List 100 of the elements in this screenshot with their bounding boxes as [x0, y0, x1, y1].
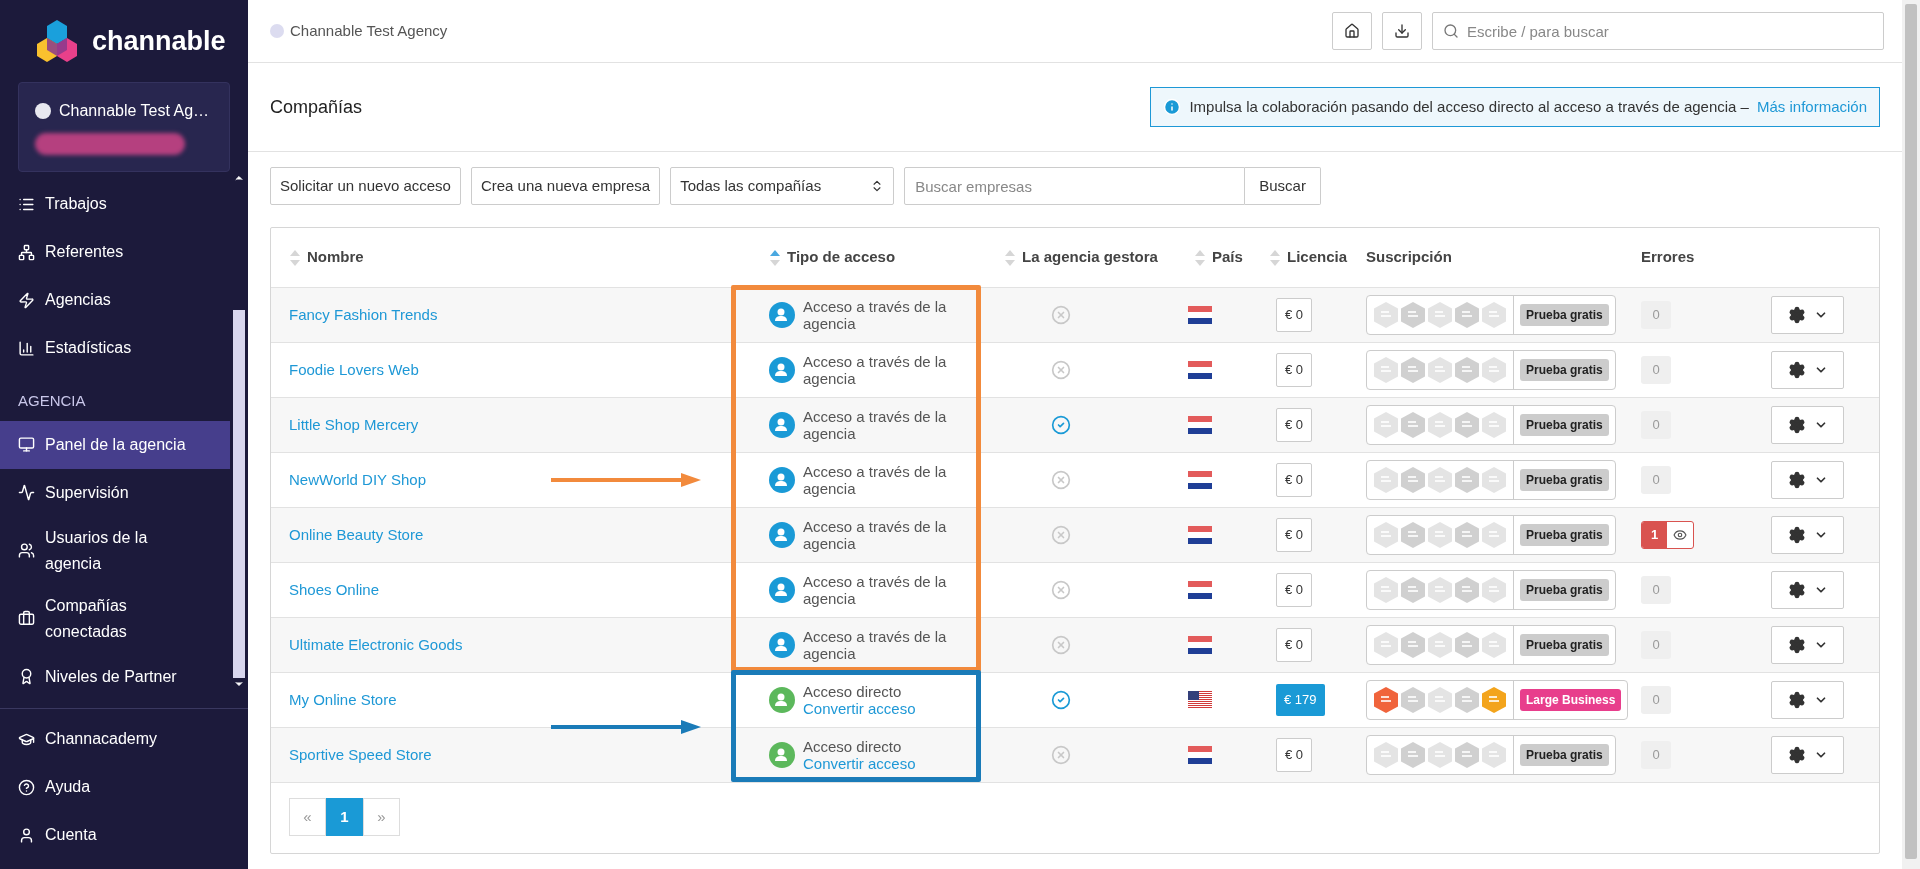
access-type-text: Acceso a través de la agencia: [803, 298, 948, 332]
settings-icon: [1787, 361, 1806, 379]
plan-badge: Prueba gratis: [1520, 468, 1609, 491]
column-header[interactable]: Nombre: [307, 246, 364, 269]
account-name: Channable Test Ag…: [59, 101, 210, 121]
brand-name: channable: [92, 24, 226, 58]
home-button[interactable]: [1332, 12, 1372, 50]
settings-dropdown-button[interactable]: [1771, 626, 1844, 664]
nav-item[interactable]: Usuarios de la agencia: [0, 516, 230, 585]
column-header: Errores: [1641, 247, 1695, 268]
license-badge: € 0: [1276, 408, 1313, 442]
plan-badge: Prueba gratis: [1520, 358, 1609, 381]
access-type-text: Acceso a través de la agencia: [803, 573, 948, 607]
agency-icon: [270, 24, 284, 38]
scrollbar-thumb[interactable]: [233, 310, 245, 678]
nav-item[interactable]: Supervisión: [0, 468, 230, 517]
nav-item[interactable]: Niveles de Partner: [0, 652, 230, 701]
company-search-field[interactable]: Buscar empresas: [904, 167, 1246, 205]
nav-item[interactable]: Ayuda: [0, 763, 248, 811]
nav-item[interactable]: Agencias: [0, 276, 230, 324]
access-type-text: Acceso a través de la agencia: [803, 518, 948, 552]
access-type-text: Acceso a través de la agencia: [803, 463, 948, 497]
error-count-badge: 0: [1641, 576, 1671, 604]
settings-icon: [1787, 526, 1806, 544]
settings-icon: [1787, 581, 1806, 599]
settings-icon: [1787, 636, 1806, 654]
lightning-icon: [18, 291, 35, 309]
license-badge: € 179: [1276, 684, 1325, 716]
sort-icon[interactable]: [769, 248, 781, 267]
license-badge: € 0: [1276, 573, 1313, 607]
settings-icon: [1787, 691, 1806, 709]
breadcrumb[interactable]: Channable Test Agency: [290, 19, 448, 43]
error-count-badge: 0: [1641, 741, 1671, 769]
license-badge: € 0: [1276, 463, 1313, 497]
search-button[interactable]: Buscar: [1245, 167, 1321, 205]
access-type-text: Acceso a través de la agencia: [803, 628, 948, 662]
bar-chart-icon: [18, 339, 35, 357]
users-icon: [18, 542, 35, 559]
plan-badge: Prueba gratis: [1520, 523, 1609, 546]
section-heading: AGENCIA: [17, 391, 87, 411]
select-value: Todas las compañías: [680, 175, 822, 196]
error-count-button[interactable]: 1: [1641, 521, 1695, 549]
page-scrollbar-thumb[interactable]: [1905, 4, 1917, 859]
toolbar-button[interactable]: Crea una nueva empresa: [470, 167, 661, 205]
download-button[interactable]: [1382, 12, 1422, 50]
settings-dropdown-button[interactable]: [1771, 736, 1844, 774]
column-header[interactable]: Licencia: [1287, 246, 1348, 269]
settings-dropdown-button[interactable]: [1771, 406, 1844, 444]
settings-icon: [1787, 306, 1806, 324]
nav-item[interactable]: Cuenta: [0, 811, 248, 859]
error-count-badge: 0: [1641, 411, 1671, 439]
nav-item[interactable]: Compañías conectadas: [0, 584, 230, 653]
error-count-badge: 0: [1641, 356, 1671, 384]
settings-dropdown-button[interactable]: [1771, 516, 1844, 554]
plan-badge: Prueba gratis: [1520, 743, 1609, 766]
plan-badge: Prueba gratis: [1520, 633, 1609, 656]
company-filter-select[interactable]: Todas las compañías: [670, 167, 895, 205]
download-icon: [1394, 23, 1410, 39]
error-count-badge: 0: [1641, 686, 1671, 714]
settings-dropdown-button[interactable]: [1771, 571, 1844, 609]
plan-badge: Prueba gratis: [1520, 578, 1609, 601]
settings-dropdown-button[interactable]: [1771, 461, 1844, 499]
nav-item[interactable]: Channacademy: [0, 715, 248, 763]
nav-item[interactable]: Referentes: [0, 228, 230, 276]
page-title: Compañías: [270, 95, 363, 119]
settings-dropdown-button[interactable]: [1771, 681, 1844, 719]
plan-badge: Prueba gratis: [1520, 303, 1609, 326]
nav-item[interactable]: Trabajos: [0, 180, 230, 228]
pulse-icon: [18, 484, 35, 501]
settings-dropdown-button[interactable]: [1771, 351, 1844, 389]
license-badge: € 0: [1276, 628, 1313, 662]
column-header[interactable]: La agencia gestora: [1022, 246, 1158, 269]
briefcase-icon: [18, 610, 35, 627]
license-badge: € 0: [1276, 353, 1313, 387]
info-icon: [1163, 98, 1182, 116]
search-icon: [1443, 23, 1459, 39]
monitor-icon: [18, 436, 35, 453]
nav-item[interactable]: Panel de la agencia: [0, 420, 230, 469]
error-count-badge: 0: [1641, 631, 1671, 659]
column-header[interactable]: Tipo de acceso: [787, 246, 896, 269]
home-icon: [1344, 23, 1360, 39]
settings-dropdown-button[interactable]: [1771, 296, 1844, 334]
column-header[interactable]: País: [1212, 246, 1243, 269]
access-type-text: Acceso a través de la agencia: [803, 353, 948, 387]
license-badge: € 0: [1276, 298, 1313, 332]
settings-icon: [1787, 471, 1806, 489]
license-badge: € 0: [1276, 738, 1313, 772]
plan-badge: Large Business: [1520, 688, 1622, 711]
settings-icon: [1787, 416, 1806, 434]
toolbar-button[interactable]: Solicitar un nuevo acceso: [270, 167, 461, 205]
column-header: Suscripción: [1366, 247, 1452, 268]
search-field[interactable]: Escribe / para buscar: [1432, 12, 1884, 50]
access-type-text: Acceso a través de la agencia: [803, 408, 948, 442]
banner-text: Impulsa la colaboración pasando del acceso directo al acceso a través de agencia –: [1189, 96, 1749, 117]
account-card[interactable]: Channable Test Ag…: [18, 82, 230, 172]
plan-badge: Prueba gratis: [1520, 413, 1609, 436]
help-icon: [18, 778, 35, 796]
nav-item[interactable]: Estadísticas: [0, 324, 230, 372]
license-badge: € 0: [1276, 518, 1313, 552]
settings-icon: [1787, 746, 1806, 764]
